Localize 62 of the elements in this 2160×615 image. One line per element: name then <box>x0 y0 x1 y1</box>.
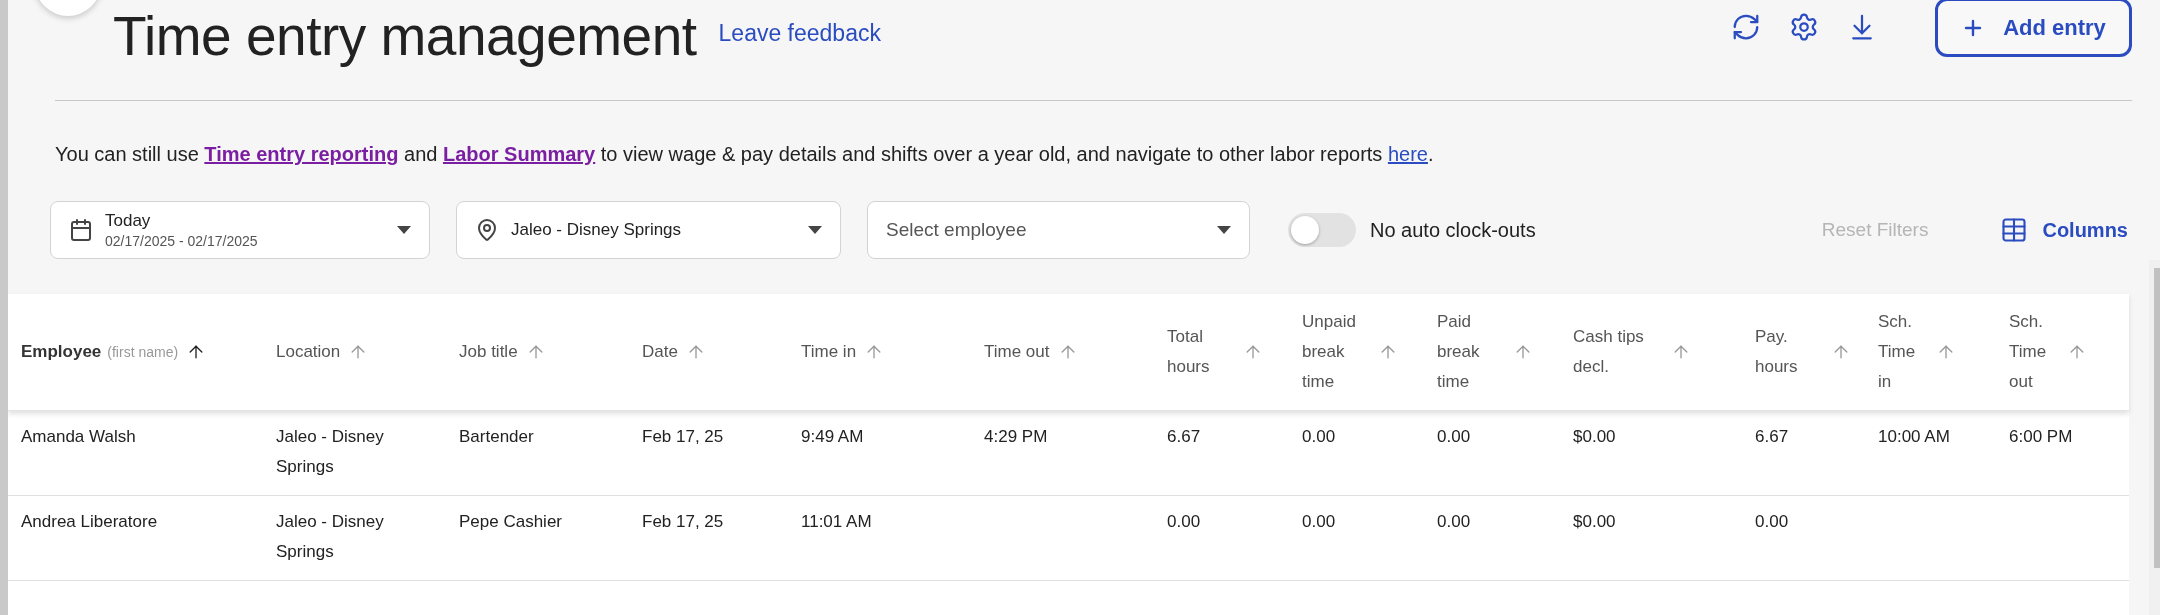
table-cell-text: 6:00 PM <box>2009 426 2074 448</box>
column-header[interactable]: Pay. hours <box>1755 322 1823 382</box>
column-header[interactable]: Location <box>276 337 341 367</box>
refresh-icon[interactable] <box>1731 12 1761 42</box>
table-cell-text: 4:29 PM <box>984 426 1049 448</box>
column-header[interactable]: Sch. Time out <box>2009 307 2059 397</box>
column-header[interactable]: Sch. Time in <box>1878 307 1928 397</box>
table-cell-text: 6.67 <box>1755 426 1790 448</box>
table-cell-text: 11:01 AM <box>801 511 873 533</box>
column-header[interactable]: Unpaid break time <box>1302 307 1370 397</box>
column-header[interactable]: Time in <box>801 337 857 367</box>
calendar-icon <box>69 218 93 242</box>
table-cell-text: Bartender <box>459 426 535 448</box>
employee-placeholder: Select employee <box>886 219 1028 241</box>
notice-link[interactable]: here <box>1387 143 1428 165</box>
table-cell-text: 0.00 <box>1302 511 1337 533</box>
columns-button[interactable]: Columns <box>1994 215 2134 245</box>
add-entry-button[interactable]: Add entry <box>1935 0 2132 57</box>
column-header[interactable]: Job title <box>459 337 518 367</box>
caret-icon <box>808 226 822 234</box>
table-cell-text: 9:49 AM <box>801 426 865 448</box>
caret-icon <box>397 226 411 234</box>
column-header[interactable]: Time out <box>984 337 1050 367</box>
page-title: Time entry management <box>113 4 697 68</box>
table-cell-text: Feb 17, 25 <box>642 426 725 448</box>
toggle-switch[interactable] <box>1288 213 1356 247</box>
date-range: 02/17/2025 - 02/17/2025 <box>105 233 259 249</box>
feedback-link[interactable]: Leave feedback <box>718 20 881 47</box>
column-header[interactable]: Employee <box>21 337 102 367</box>
date-label: Today <box>105 211 152 231</box>
column-header[interactable]: Paid break time <box>1437 307 1505 397</box>
table-cell-text: Jaleo - Disney Springs <box>276 511 385 563</box>
column-header[interactable]: Total hours <box>1167 322 1235 382</box>
table-cell-text: 0.00 <box>1302 426 1337 448</box>
notice-link[interactable]: Time entry reporting <box>204 143 399 165</box>
table-cell-text: 0.00 <box>1755 511 1790 533</box>
column-hint: (first name) <box>107 344 179 360</box>
table-cell-text: 6.67 <box>1167 426 1202 448</box>
date-dropdown[interactable]: Today 02/17/2025 - 02/17/2025 <box>50 201 430 259</box>
map-pin-icon <box>475 218 499 242</box>
table-cell-text: 0.00 <box>1437 426 1472 448</box>
column-header[interactable]: Cash tips decl. <box>1573 322 1663 382</box>
column-header[interactable]: Date <box>642 337 678 367</box>
table-cell-text: $0.00 <box>1573 511 1617 533</box>
table-cell-text: 0.00 <box>1437 511 1472 533</box>
location-dropdown[interactable]: Jaleo - Disney Springs <box>456 201 841 259</box>
table-cell-text: 0.00 <box>1167 511 1202 533</box>
notice-text: You can still use Time entry reporting and Labor Summary to view wage & pay details and shifts over a year old, and navigate to other labor reports here. <box>55 143 1435 166</box>
table-cell-text: Jaleo - Disney Springs <box>276 426 385 478</box>
table-cell-text: Andrea Liberatore <box>21 511 159 533</box>
table-icon <box>2000 216 2029 244</box>
employee-dropdown[interactable]: Select employee <box>867 201 1250 259</box>
table-cell-text: $0.00 <box>1573 426 1617 448</box>
location-value: Jaleo - Disney Springs <box>511 220 683 240</box>
settings-icon[interactable] <box>1789 12 1819 42</box>
table-cell-text: Pepe Cashier <box>459 511 563 533</box>
notice-link[interactable]: Labor Summary <box>442 143 596 165</box>
table-cell-text: 10:00 AM <box>1878 426 1951 448</box>
table-cell-text: Feb 17, 25 <box>642 511 725 533</box>
table-cell-text: Amanda Walsh <box>21 426 137 448</box>
toggle-label: No auto clock-outs <box>1370 218 1536 242</box>
caret-icon <box>1217 226 1231 234</box>
